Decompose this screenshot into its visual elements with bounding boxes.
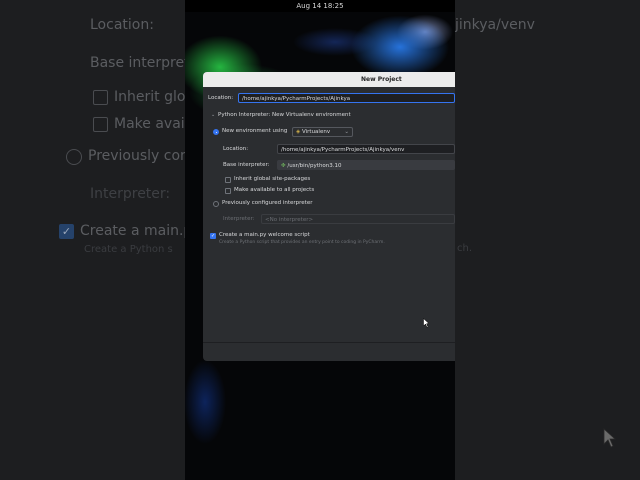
virtualenv-icon: ◈ <box>296 129 301 135</box>
env-tool-value: Virtualenv <box>301 129 331 135</box>
new-environment-label: New environment using <box>222 128 288 134</box>
base-interpreter-select[interactable]: ✤ /usr/bin/python3.10 <box>277 160 455 170</box>
base-interpreter-value: /usr/bin/python3.10 <box>287 163 342 169</box>
section-chevron-icon[interactable]: ⌄ <box>211 112 215 118</box>
mouse-pointer-icon <box>423 318 430 328</box>
bg-create-main-hint-right: ch. <box>457 243 473 254</box>
make-available-label: Make available to all projects <box>234 187 315 193</box>
screen-center: Aug 14 18:25 New Project Location: /home… <box>185 0 455 480</box>
interpreter-label: Interpreter: <box>223 216 255 222</box>
create-main-hint: Create a Python script that provides an … <box>219 240 385 245</box>
background-left-panel: Location: Base interpreter Inherit globa… <box>0 0 185 480</box>
bg-location-value: jinkya/venv <box>455 17 535 33</box>
interpreter-section-header[interactable]: Python Interpreter: New Virtualenv envir… <box>218 112 351 118</box>
bg-create-main-checkbox: ✓ <box>59 224 74 239</box>
bg-base-interpreter-label: Base interpreter <box>90 55 185 71</box>
clock: Aug 14 18:25 <box>296 2 344 10</box>
inherit-packages-label: Inherit global site-packages <box>234 176 311 182</box>
top-status-bar: Aug 14 18:25 <box>185 0 455 12</box>
previously-configured-label: Previously configured interpreter <box>222 200 313 206</box>
bg-interpreter-label: Interpreter: <box>90 186 171 202</box>
new-project-dialog: New Project Location: /home/ajinkya/Pych… <box>203 72 455 361</box>
venv-location-input[interactable]: /home/ajinkya/PycharmProjects/Ajinkya/ve… <box>277 144 455 154</box>
create-main-checkbox[interactable]: ✓ <box>210 233 216 239</box>
env-tool-dropdown[interactable]: ◈ Virtualenv ⌄ <box>292 127 353 137</box>
new-environment-radio[interactable] <box>213 129 219 135</box>
venv-location-label: Location: <box>223 146 249 152</box>
location-input[interactable]: /home/ajinkya/PycharmProjects/Ajinkya <box>238 93 455 103</box>
dialog-title: New Project <box>203 72 455 87</box>
inherit-packages-checkbox[interactable] <box>225 177 231 183</box>
bg-mouse-pointer-icon <box>603 428 617 448</box>
background-right-panel: jinkya/venv ch. <box>455 0 640 480</box>
bg-inherit-label: Inherit global <box>114 89 185 105</box>
interpreter-select[interactable]: <No interpreter> <box>261 214 455 224</box>
bg-inherit-checkbox <box>93 90 108 105</box>
python-icon: ✤ <box>281 163 286 169</box>
bg-make-available-label: Make availa <box>114 116 185 132</box>
previously-configured-radio[interactable] <box>213 201 219 207</box>
bg-create-main-label: Create a main.py <box>80 223 185 239</box>
chevron-down-icon: ⌄ <box>344 129 349 135</box>
bg-previously-label: Previously con <box>88 148 185 164</box>
location-label: Location: <box>208 95 234 101</box>
bg-previously-radio <box>66 149 82 165</box>
bg-create-main-hint: Create a Python s <box>84 244 173 255</box>
make-available-checkbox[interactable] <box>225 188 231 194</box>
create-main-label: Create a main.py welcome script <box>219 232 310 238</box>
dialog-footer-divider <box>203 342 455 343</box>
bg-location-label: Location: <box>90 17 154 33</box>
base-interpreter-label: Base interpreter: <box>223 162 270 168</box>
bg-make-available-checkbox <box>93 117 108 132</box>
